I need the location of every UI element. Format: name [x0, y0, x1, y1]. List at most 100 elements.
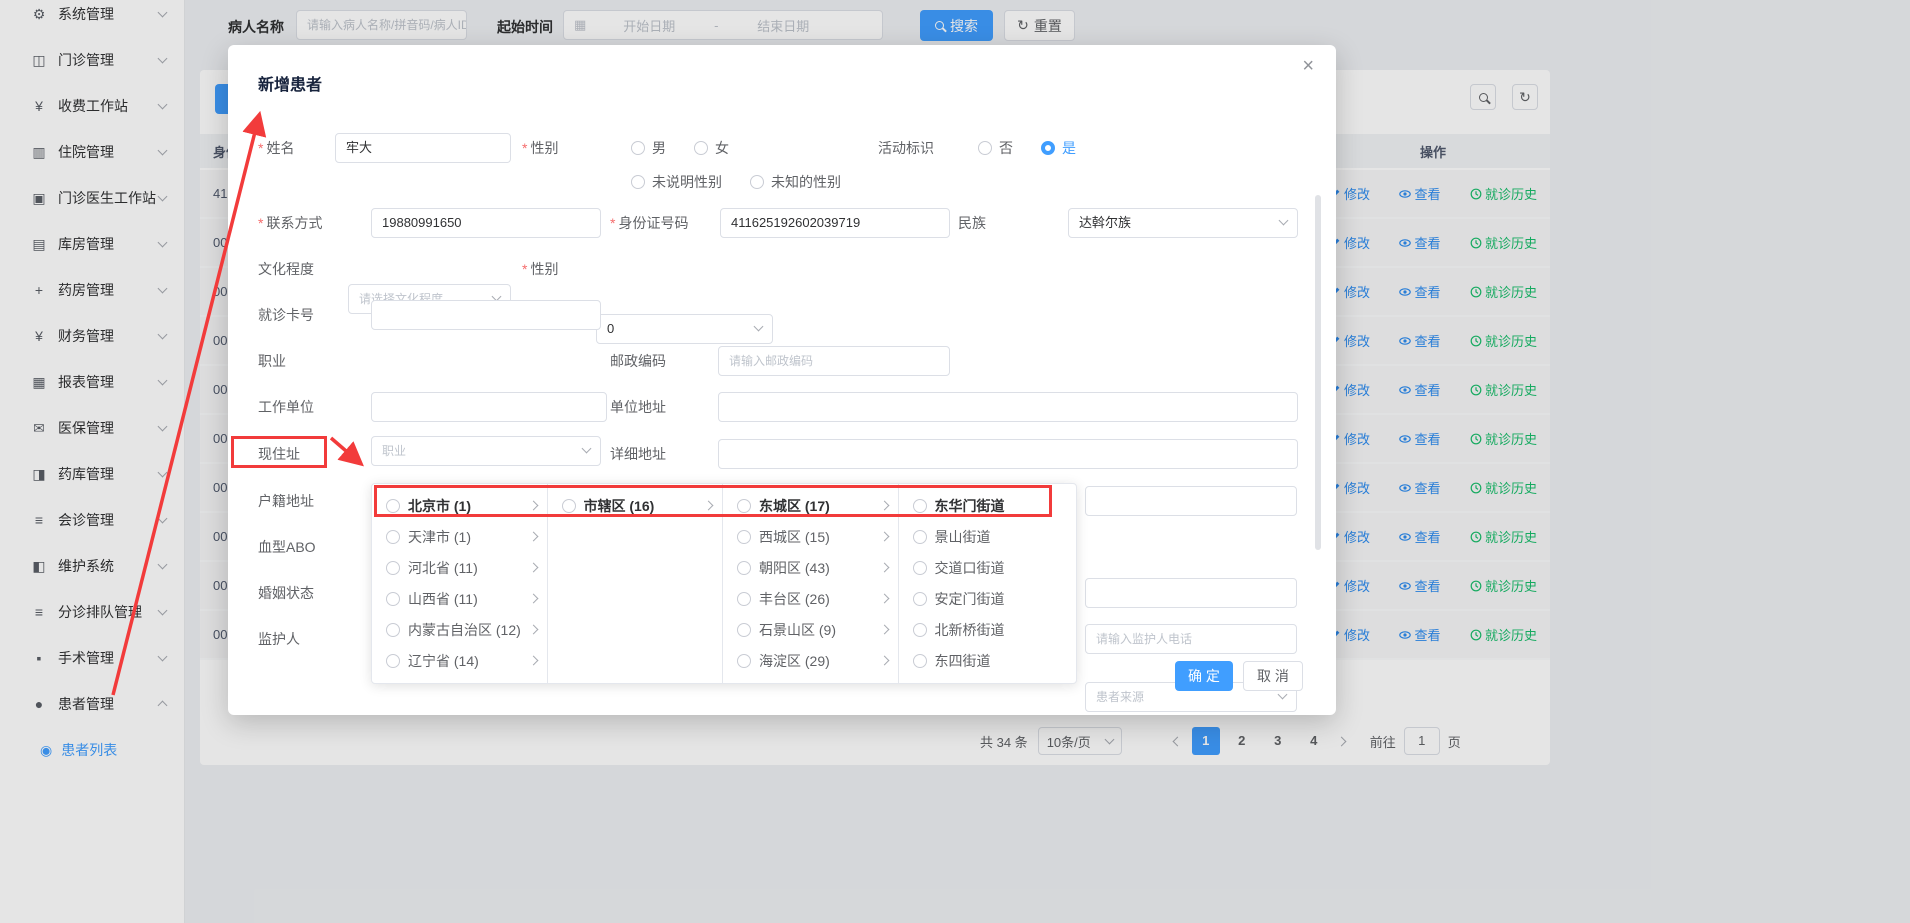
radio-icon [913, 530, 927, 544]
field-label-unit-address: 单位地址 [610, 392, 666, 422]
unit-address-input[interactable] [718, 392, 1298, 422]
cascader-option[interactable]: 天津市 (1) [372, 521, 547, 552]
field-label-id-number: *身份证号码 [610, 208, 688, 238]
cascader-option-label: 交道口街道 [935, 558, 1067, 578]
cascader-option-label: 北京市 (1) [408, 496, 530, 516]
contact-input[interactable]: 19880991650 [371, 208, 601, 238]
chevron-down-icon [582, 444, 592, 454]
field-label-name: *姓名 [258, 133, 294, 163]
cascader-option[interactable]: 海淀区 (29) [723, 645, 898, 676]
cascader-option[interactable]: 东四街道 [899, 645, 1077, 676]
radio-icon [386, 530, 400, 544]
radio-option[interactable]: 女 [694, 138, 729, 158]
field-label-marital-status: 婚姻状态 [258, 578, 314, 608]
radio-icon [386, 592, 400, 606]
radio-icon [913, 592, 927, 606]
cascader-option-label: 安定门街道 [935, 589, 1067, 609]
cascader-option[interactable]: 丰台区 (26) [723, 583, 898, 614]
id-number-input[interactable]: 411625192602039719 [720, 208, 950, 238]
cascader-option[interactable]: 市辖区 (16) [548, 490, 723, 521]
cascader-option-label: 北新桥街道 [935, 620, 1067, 640]
radio-icon [386, 561, 400, 575]
gender-radio-group: 男女 [631, 133, 757, 163]
visit-card-input[interactable] [371, 300, 601, 330]
field-label-postal-code: 邮政编码 [610, 346, 666, 376]
cascader-option-label: 石景山区 (9) [759, 620, 881, 640]
chevron-right-icon [704, 501, 714, 511]
occupation-select[interactable]: 职业 [371, 436, 601, 466]
radio-option[interactable]: 未知的性别 [750, 172, 841, 192]
radio-label: 是 [1062, 138, 1076, 158]
work-unit-input[interactable] [371, 392, 607, 422]
cascader-option[interactable]: 交道口街道 [899, 552, 1077, 583]
cascader-option-label: 东四街道 [935, 651, 1067, 671]
field-label-education: 文化程度 [258, 254, 314, 284]
chevron-down-icon [1279, 216, 1289, 226]
radio-option[interactable]: 否 [978, 138, 1013, 158]
chevron-right-icon [528, 501, 538, 511]
cascader-option[interactable]: 北新桥街道 [899, 614, 1077, 645]
chevron-right-icon [528, 563, 538, 573]
radio-icon [562, 499, 576, 513]
radio-icon [737, 530, 751, 544]
close-icon[interactable]: × [1302, 55, 1314, 78]
radio-icon [694, 141, 708, 155]
cascader-option[interactable]: 石景山区 (9) [723, 614, 898, 645]
radio-icon [1041, 141, 1055, 155]
cascader-option[interactable]: 东华门街道 [899, 490, 1077, 521]
chevron-down-icon [1278, 690, 1288, 700]
cascader-option[interactable]: 河北省 (11) [372, 552, 547, 583]
chevron-right-icon [879, 625, 889, 635]
radio-option[interactable]: 男 [631, 138, 666, 158]
field-label-contact: *联系方式 [258, 208, 322, 238]
modal-title: 新增患者 [258, 71, 322, 95]
radio-icon [737, 592, 751, 606]
radio-option[interactable]: 未说明性别 [631, 172, 722, 192]
cascader-option[interactable]: 山西省 (11) [372, 583, 547, 614]
radio-icon [737, 499, 751, 513]
cascader-option[interactable]: 东城区 (17) [723, 490, 898, 521]
cascader-column: 东华门街道景山街道交道口街道安定门街道北新桥街道东四街道 [899, 484, 1077, 683]
field-label-guardian: 监护人 [258, 624, 300, 654]
cascader-option[interactable]: 内蒙古自治区 (12) [372, 614, 547, 645]
cascader-option-label: 东华门街道 [935, 496, 1067, 516]
field-label-blood-type: 血型ABO [258, 532, 316, 562]
radio-icon [913, 561, 927, 575]
radio-icon [386, 623, 400, 637]
field-label-visit-card: 就诊卡号 [258, 300, 314, 330]
marital-status-side-input[interactable] [1085, 578, 1297, 608]
postal-code-input[interactable]: 请输入邮政编码 [718, 346, 950, 376]
radio-label: 女 [715, 138, 729, 158]
radio-label: 未知的性别 [771, 172, 841, 192]
cancel-button[interactable]: 取 消 [1243, 661, 1303, 691]
field-label-work-unit: 工作单位 [258, 392, 314, 422]
field-label-active-flag: 活动标识 [878, 133, 934, 163]
cascader-option[interactable]: 辽宁省 (14) [372, 645, 547, 676]
detail-address-input[interactable] [718, 439, 1298, 469]
field-label-current-address: 现住址 [258, 439, 300, 469]
field-label-gender2: *性别 [522, 254, 558, 284]
cascader-option[interactable]: 西城区 (15) [723, 521, 898, 552]
gender2-select[interactable]: 0 [596, 314, 773, 344]
radio-option[interactable]: 是 [1041, 138, 1076, 158]
cascader-option[interactable]: 景山街道 [899, 521, 1077, 552]
radio-icon [631, 141, 645, 155]
app-root: ⚙系统管理◫门诊管理¥收费工作站▥住院管理▣门诊医生工作站▤库房管理+药房管理¥… [0, 0, 1910, 923]
cascader-option[interactable]: 安定门街道 [899, 583, 1077, 614]
gender-radio-group-line2: 未说明性别 未知的性别 [631, 167, 869, 197]
ethnicity-select[interactable]: 达斡尔族 [1068, 208, 1298, 238]
guardian-phone-input[interactable]: 请输入监护人电话 [1085, 624, 1297, 654]
cascader-option-label: 河北省 (11) [408, 558, 530, 578]
confirm-button[interactable]: 确 定 [1175, 661, 1233, 691]
name-input[interactable]: 牢大 [335, 133, 511, 163]
cascader-option-label: 辽宁省 (14) [408, 651, 530, 671]
chevron-right-icon [879, 501, 889, 511]
cascader-option[interactable]: 朝阳区 (43) [723, 552, 898, 583]
cascader-column: 北京市 (1) 天津市 (1) 河北省 (11) 山西省 (11)内蒙古自治区 (12… [372, 484, 548, 683]
cascader-option[interactable]: 北京市 (1) [372, 490, 547, 521]
field-label-gender: *性别 [522, 133, 558, 163]
modal-scrollbar[interactable] [1315, 195, 1321, 550]
radio-icon [737, 561, 751, 575]
household-address-input[interactable] [1085, 486, 1297, 516]
chevron-right-icon [528, 594, 538, 604]
